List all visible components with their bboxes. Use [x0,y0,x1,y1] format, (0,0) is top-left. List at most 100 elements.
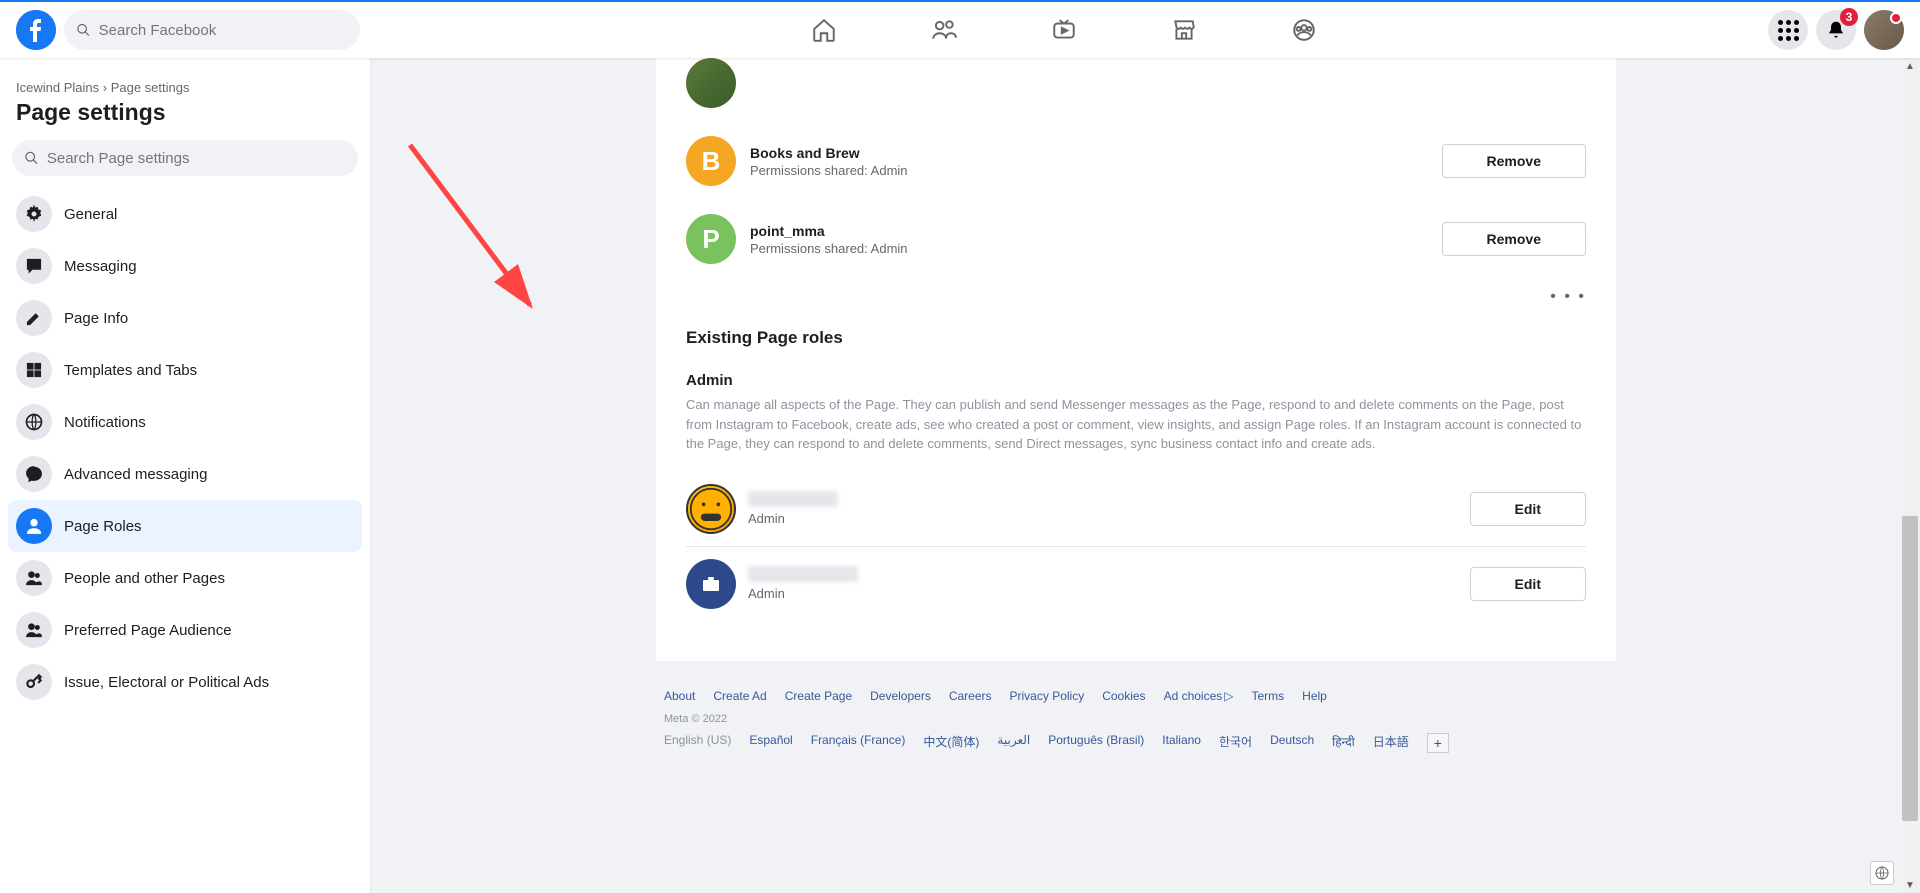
profile-button[interactable] [1864,10,1904,50]
remove-button[interactable]: Remove [1442,222,1586,256]
search-icon [24,150,39,166]
sidebar-item-messaging[interactable]: Messaging [8,240,362,292]
browser-translate-button[interactable] [1870,861,1894,885]
sidebar-item-advanced-messaging[interactable]: Advanced messaging [8,448,362,500]
sidebar-item-notifications[interactable]: Notifications [8,396,362,448]
sidebar-item-label: Page Roles [64,518,142,535]
footer-link-about[interactable]: About [664,689,695,703]
footer-link-careers[interactable]: Careers [949,689,992,703]
sidebar-item-label: Issue, Electoral or Political Ads [64,674,269,691]
nav-watch[interactable] [1008,4,1120,56]
admin-name-redacted [748,491,838,507]
role-title: Admin [686,372,1586,389]
sidebar-item-label: Advanced messaging [64,466,207,483]
edit-button[interactable]: Edit [1470,492,1586,526]
breadcrumb-current: Page settings [111,80,190,95]
nav-home[interactable] [768,4,880,56]
ad-choices-icon: ▷ [1224,689,1233,703]
sidebar-item-label: People and other Pages [64,570,225,587]
breadcrumb: Icewind Plains › Page settings [8,74,362,99]
sidebar: Icewind Plains › Page settings Page sett… [0,58,370,893]
notification-badge: 3 [1840,8,1858,26]
linked-account-row: P point_mma Permissions shared: Admin Re… [656,200,1616,278]
lang-link[interactable]: Français (France) [811,733,906,753]
sidebar-item-political-ads[interactable]: Issue, Electoral or Political Ads [8,656,362,708]
edit-button[interactable]: Edit [1470,567,1586,601]
chat-icon [24,256,44,276]
footer-link-create-ad[interactable]: Create Ad [713,689,766,703]
facebook-logo[interactable] [16,10,56,50]
footer-link-cookies[interactable]: Cookies [1102,689,1145,703]
footer-copyright: Meta © 2022 [664,713,1608,725]
top-bar: 3 [0,0,1920,58]
admin-role-label: Admin [748,586,858,601]
lang-more-button[interactable]: + [1427,733,1449,753]
linked-avatar [686,58,736,108]
globe-icon [24,412,44,432]
footer-link-create-page[interactable]: Create Page [785,689,852,703]
scroll-thumb[interactable] [1902,516,1918,821]
content-card: B Books and Brew Permissions shared: Adm… [656,58,1616,661]
search-facebook[interactable] [64,10,360,50]
lang-current: English (US) [664,733,731,753]
lang-link[interactable]: Español [749,733,792,753]
sidebar-item-label: Messaging [64,258,137,275]
sidebar-item-label: Notifications [64,414,146,431]
search-page-settings[interactable] [12,140,358,176]
remove-button[interactable]: Remove [1442,144,1586,178]
lang-link[interactable]: 日本語 [1373,733,1409,753]
search-facebook-input[interactable] [99,22,348,39]
footer-link-developers[interactable]: Developers [870,689,931,703]
footer-link-privacy[interactable]: Privacy Policy [1010,689,1085,703]
section-heading: Existing Page roles [686,328,1586,348]
linked-account-row: B Books and Brew Permissions shared: Adm… [656,122,1616,200]
footer-languages: English (US) Español Français (France) 中… [664,733,1608,753]
linked-avatar: P [686,214,736,264]
lang-link[interactable]: العربية [997,733,1030,753]
footer-link-ad-choices[interactable]: Ad choices▷ [1164,689,1234,703]
key-icon [24,672,44,692]
scroll-up-icon[interactable]: ▲ [1902,58,1918,74]
breadcrumb-separator: › [103,80,107,95]
existing-roles-section: Existing Page roles Admin Can manage all… [656,328,1616,621]
scrollbar[interactable]: ▲ ▼ [1902,58,1918,893]
lang-link[interactable]: Deutsch [1270,733,1314,753]
menu-button[interactable] [1768,10,1808,50]
nav-friends[interactable] [888,4,1000,56]
sidebar-item-general[interactable]: General [8,188,362,240]
lang-link[interactable]: Português (Brasil) [1048,733,1144,753]
admin-avatar [686,484,736,534]
notifications-button[interactable]: 3 [1816,10,1856,50]
breadcrumb-page-link[interactable]: Icewind Plains [16,80,99,95]
footer-link-terms[interactable]: Terms [1252,689,1285,703]
sidebar-item-page-info[interactable]: Page Info [8,292,362,344]
sidebar-item-label: General [64,206,117,223]
nav-marketplace[interactable] [1128,4,1240,56]
top-right: 3 [1768,10,1920,50]
lang-link[interactable]: हिन्दी [1332,733,1355,753]
sidebar-item-label: Templates and Tabs [64,362,197,379]
search-page-settings-input[interactable] [47,150,346,167]
linked-name: Books and Brew [750,145,908,161]
admin-avatar [686,559,736,609]
scroll-down-icon[interactable]: ▼ [1902,877,1918,893]
scroll-track[interactable] [1902,74,1918,877]
lang-link[interactable]: 中文(简体) [923,733,979,753]
sidebar-item-templates[interactable]: Templates and Tabs [8,344,362,396]
pencil-icon [24,308,44,328]
sidebar-item-preferred-audience[interactable]: Preferred Page Audience [8,604,362,656]
more-options[interactable]: • • • [656,278,1616,310]
messenger-icon [24,464,44,484]
lang-link[interactable]: Italiano [1162,733,1201,753]
nav-groups[interactable] [1248,4,1360,56]
linked-name: point_mma [750,223,908,239]
footer-link-help[interactable]: Help [1302,689,1327,703]
grid-icon [24,360,44,380]
footer: About Create Ad Create Page Developers C… [656,689,1616,753]
sidebar-item-page-roles[interactable]: Page Roles [8,500,362,552]
people-icon [24,568,44,588]
linked-avatar: B [686,136,736,186]
lang-link[interactable]: 한국어 [1219,733,1252,753]
linked-permissions: Permissions shared: Admin [750,241,908,256]
sidebar-item-people-pages[interactable]: People and other Pages [8,552,362,604]
